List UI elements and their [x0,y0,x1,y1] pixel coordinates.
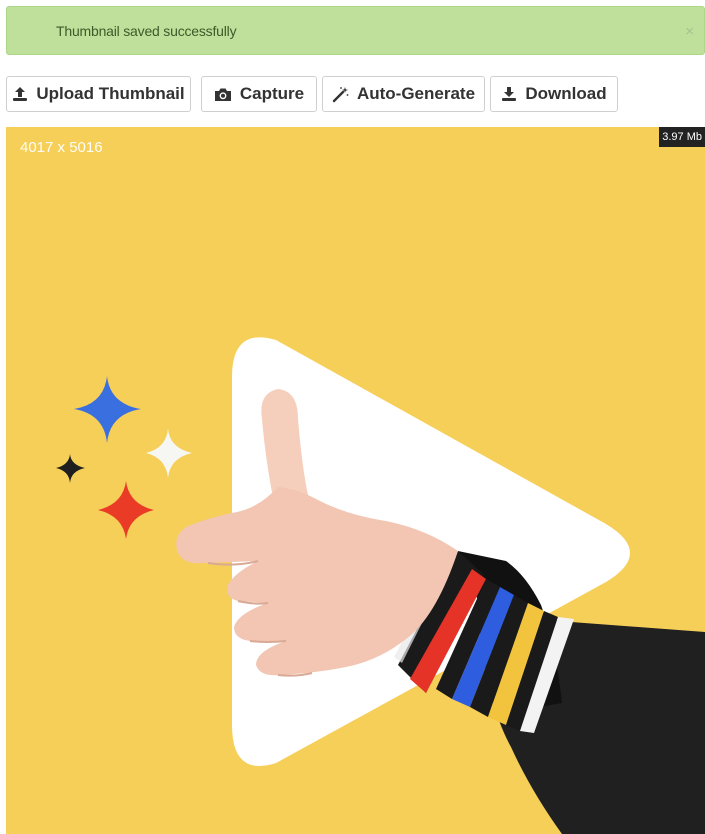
image-dimensions: 4017 x 5016 [20,139,103,156]
thumbnail-image [56,337,705,834]
white-sparkle-shape [146,429,192,478]
download-label: Download [525,84,607,103]
close-icon[interactable]: × [685,24,694,39]
upload-thumbnail-label: Upload Thumbnail [36,84,185,103]
camera-icon [214,87,232,102]
auto-generate-button[interactable]: Auto-Generate [322,76,485,112]
black-sparkle-shape [56,454,85,483]
upload-thumbnail-button[interactable]: Upload Thumbnail [6,76,191,112]
auto-generate-label: Auto-Generate [356,84,476,103]
download-button[interactable]: Download [490,76,618,112]
file-size-badge: 3.97 Mb [659,127,705,147]
capture-button[interactable]: Capture [201,76,317,112]
download-icon [501,86,517,102]
alert-message: Thumbnail saved successfully [56,23,237,39]
red-sparkle-shape [98,481,154,539]
capture-label: Capture [239,84,305,103]
thumbnail-preview[interactable]: 4017 x 5016 3.97 Mb [6,127,705,834]
upload-icon [12,86,28,102]
blue-sparkle-shape [74,376,141,443]
success-alert: Thumbnail saved successfully × [6,6,705,55]
magic-wand-icon [332,86,349,103]
